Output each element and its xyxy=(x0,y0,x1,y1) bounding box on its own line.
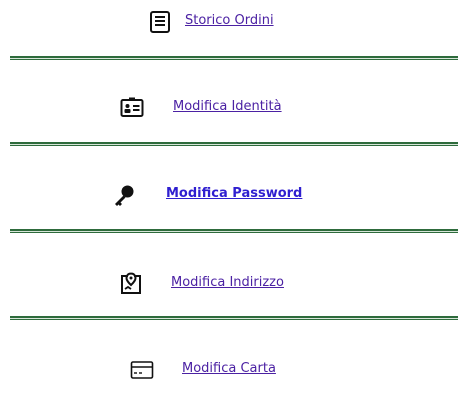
menu-item-modifica-password[interactable]: Modifica Password xyxy=(0,181,458,209)
separator xyxy=(10,229,458,233)
credit-card-icon xyxy=(130,358,154,382)
menu-item-storico-ordini[interactable]: Storico Ordini xyxy=(0,8,458,36)
modifica-indirizzo-link[interactable]: Modifica Indirizzo xyxy=(171,275,284,291)
menu-item-modifica-indirizzo[interactable]: Modifica Indirizzo xyxy=(0,270,458,298)
separator xyxy=(10,142,458,146)
modifica-password-link[interactable]: Modifica Password xyxy=(166,186,302,202)
menu-item-modifica-carta[interactable]: Modifica Carta xyxy=(0,356,458,384)
separator xyxy=(10,316,458,320)
menu-item-modifica-identita[interactable]: Modifica Identità xyxy=(0,94,458,122)
modifica-identita-link[interactable]: Modifica Identità xyxy=(173,99,282,115)
modifica-carta-link[interactable]: Modifica Carta xyxy=(182,361,276,377)
storico-ordini-link[interactable]: Storico Ordini xyxy=(185,13,274,29)
key-icon xyxy=(112,183,136,207)
id-card-icon xyxy=(120,96,144,120)
separator xyxy=(10,56,458,60)
order-list-icon xyxy=(148,10,172,34)
map-pin-icon xyxy=(119,272,143,296)
